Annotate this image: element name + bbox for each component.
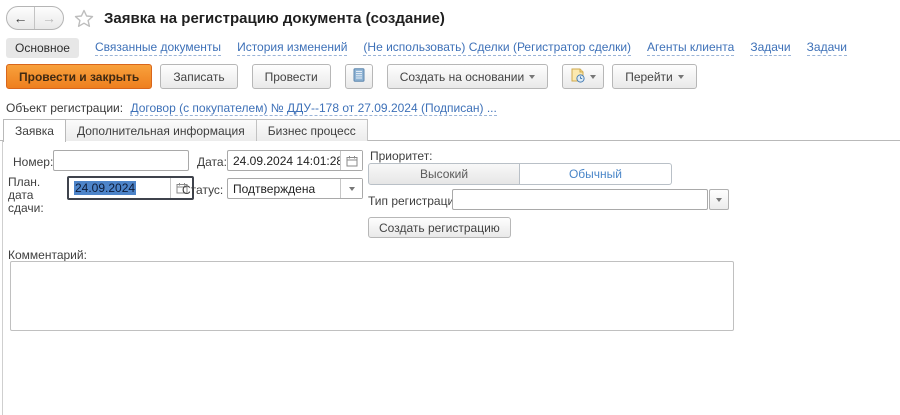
status-select[interactable]: Подтверждена <box>228 182 340 196</box>
date-input[interactable]: 24.09.2024 14:01:28 <box>228 154 340 168</box>
nav-item-tasks-2[interactable]: Задачи <box>807 40 847 56</box>
dropdown-caret-icon <box>590 75 596 79</box>
command-toolbar: Провести и закрыть Записать Провести Соз… <box>6 64 697 89</box>
priority-high-button[interactable]: Высокий <box>368 163 520 185</box>
number-input-wrap <box>53 150 189 171</box>
go-to-label: Перейти <box>625 70 673 84</box>
create-registration-button[interactable]: Создать регистрацию <box>368 217 511 238</box>
document-clock-icon <box>570 68 585 86</box>
tab-business-process[interactable]: Бизнес процесс <box>256 119 368 141</box>
plan-date-label: План. дата сдачи: <box>8 176 68 215</box>
history-nav-group: ← → <box>6 6 64 30</box>
page-title: Заявка на регистрацию документа (создани… <box>104 10 445 27</box>
nav-item-deals[interactable]: (Не использовать) Сделки (Регистратор сд… <box>363 40 631 56</box>
number-label: Номер: <box>13 155 53 169</box>
create-based-on-button[interactable]: Создать на основании <box>387 64 549 89</box>
dropdown-caret-icon <box>349 187 355 191</box>
dropdown-caret-icon <box>678 75 684 79</box>
priority-label: Приоритет: <box>370 149 433 163</box>
document-register-icon <box>353 68 365 85</box>
registration-object-link[interactable]: Договор (с покупателем) № ДДУ--178 от 27… <box>130 101 496 116</box>
date-input-wrap: 24.09.2024 14:01:28 <box>227 150 363 171</box>
back-button[interactable]: ← <box>7 7 35 29</box>
nav-item-tasks-1[interactable]: Задачи <box>750 40 790 56</box>
dropdown-caret-icon <box>529 75 535 79</box>
nav-item-client-agents[interactable]: Агенты клиента <box>647 40 734 56</box>
registration-object-label: Объект регистрации: <box>6 101 123 115</box>
date-label: Дата: <box>197 155 227 169</box>
registration-object-row: Объект регистрации: Договор (с покупател… <box>6 101 497 115</box>
tab-additional-info[interactable]: Дополнительная информация <box>65 119 257 141</box>
favorite-star-icon[interactable] <box>74 9 94 28</box>
comment-textarea[interactable] <box>10 261 734 331</box>
registration-type-label: Тип регистрации: <box>368 194 464 208</box>
nav-item-change-history[interactable]: История изменений <box>237 40 347 56</box>
tab-request[interactable]: Заявка <box>3 119 66 142</box>
form-navigation-bar: Основное Связанные документы История изм… <box>6 38 847 58</box>
calendar-icon <box>346 155 358 167</box>
window-header: ← → Заявка на регистрацию документа (соз… <box>6 5 445 31</box>
post-and-close-button[interactable]: Провести и закрыть <box>6 64 152 89</box>
plan-date-input[interactable]: 24.09.2024 <box>69 181 170 195</box>
comment-label: Комментарий: <box>8 248 87 262</box>
document-history-dropdown-button[interactable] <box>562 64 604 89</box>
save-button[interactable]: Записать <box>160 64 237 89</box>
status-label: Статус: <box>182 183 223 197</box>
forward-button[interactable]: → <box>35 7 63 29</box>
priority-normal-button[interactable]: Обычный <box>520 163 672 185</box>
dropdown-caret-icon <box>716 198 722 202</box>
document-form-window: ← → Заявка на регистрацию документа (соз… <box>0 0 900 415</box>
registration-type-input[interactable] <box>453 193 707 207</box>
post-button[interactable]: Провести <box>252 64 331 89</box>
tab-bar: Заявка Дополнительная информация Бизнес … <box>3 119 367 141</box>
plan-date-input-wrap: 24.09.2024 <box>67 176 194 200</box>
status-select-wrap: Подтверждена <box>227 178 363 199</box>
registration-type-input-wrap <box>452 189 708 210</box>
nav-item-main[interactable]: Основное <box>6 38 79 58</box>
number-input[interactable] <box>54 154 188 168</box>
date-calendar-button[interactable] <box>340 151 362 170</box>
registration-type-dropdown-button[interactable] <box>709 189 729 210</box>
go-to-button[interactable]: Перейти <box>612 64 697 89</box>
nav-item-related-documents[interactable]: Связанные документы <box>95 40 221 56</box>
selected-text: 24.09.2024 <box>74 181 136 195</box>
document-movements-button[interactable] <box>345 64 373 89</box>
status-dropdown-button[interactable] <box>340 179 362 198</box>
create-based-on-label: Создать на основании <box>400 70 525 84</box>
